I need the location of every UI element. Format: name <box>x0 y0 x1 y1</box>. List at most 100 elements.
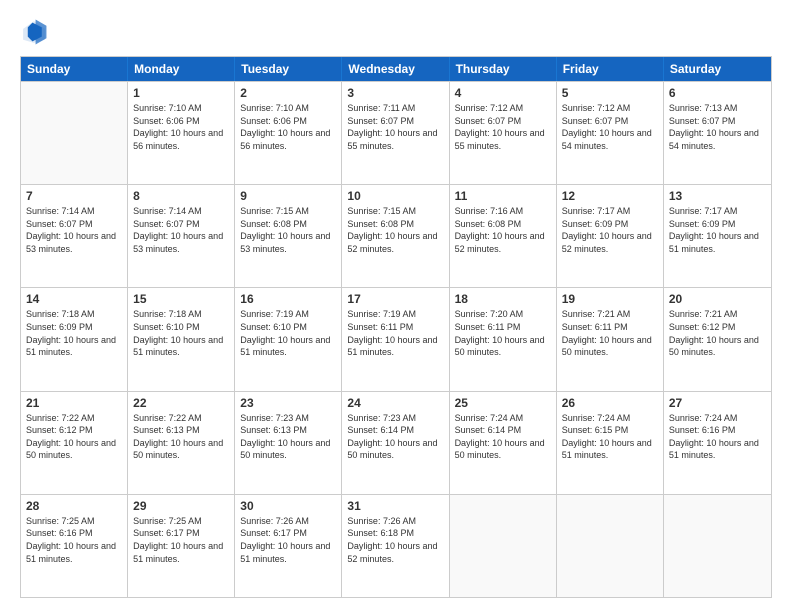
calendar-cell: 10Sunrise: 7:15 AM Sunset: 6:08 PM Dayli… <box>342 185 449 287</box>
cell-info: Sunrise: 7:18 AM Sunset: 6:10 PM Dayligh… <box>133 308 229 358</box>
calendar-cell: 3Sunrise: 7:11 AM Sunset: 6:07 PM Daylig… <box>342 82 449 184</box>
cell-info: Sunrise: 7:13 AM Sunset: 6:07 PM Dayligh… <box>669 102 766 152</box>
cell-info: Sunrise: 7:12 AM Sunset: 6:07 PM Dayligh… <box>562 102 658 152</box>
cell-info: Sunrise: 7:25 AM Sunset: 6:16 PM Dayligh… <box>26 515 122 565</box>
calendar-cell <box>557 495 664 597</box>
calendar-cell: 18 Sunrise: 7:20 AM Sunset: 6:11 PM Dayli… <box>450 288 557 390</box>
calendar-cell: 7 Sunrise: 7:14 AM Sunset: 6:07 PM Daylig… <box>21 185 128 287</box>
calendar-cell: 25 Sunrise: 7:24 AM Sunset: 6:14 PM Dayli… <box>450 392 557 494</box>
calendar-cell: 9 Sunrise: 7:15 AM Sunset: 6:08 PM Daylig… <box>235 185 342 287</box>
day-number: 4 <box>455 86 551 100</box>
day-number: 17 <box>347 292 443 306</box>
calendar-cell: 4 Sunrise: 7:12 AM Sunset: 6:07 PM Daylig… <box>450 82 557 184</box>
cell-info: Sunrise: 7:22 AM Sunset: 6:12 PM Dayligh… <box>26 412 122 462</box>
calendar-body: 1 Sunrise: 7:10 AM Sunset: 6:06 PM Daylig… <box>21 81 771 597</box>
day-number: 13 <box>669 189 766 203</box>
day-number: 31 <box>347 499 443 513</box>
day-number: 14 <box>26 292 122 306</box>
weekday-header-tuesday: Tuesday <box>235 57 342 81</box>
day-number: 26 <box>562 396 658 410</box>
calendar-row-4: 21 Sunrise: 7:22 AM Sunset: 6:12 PM Dayli… <box>21 391 771 494</box>
calendar-cell: 26 Sunrise: 7:24 AM Sunset: 6:15 PM Dayli… <box>557 392 664 494</box>
cell-info: Sunrise: 7:10 AM Sunset: 6:06 PM Dayligh… <box>240 102 336 152</box>
calendar-cell <box>450 495 557 597</box>
day-number: 12 <box>562 189 658 203</box>
calendar-row-2: 7 Sunrise: 7:14 AM Sunset: 6:07 PM Daylig… <box>21 184 771 287</box>
calendar-cell: 8 Sunrise: 7:14 AM Sunset: 6:07 PM Daylig… <box>128 185 235 287</box>
calendar-cell: 2 Sunrise: 7:10 AM Sunset: 6:06 PM Daylig… <box>235 82 342 184</box>
calendar: SundayMondayTuesdayWednesdayThursdayFrid… <box>20 56 772 598</box>
day-number: 10 <box>347 189 443 203</box>
cell-info: Sunrise: 7:24 AM Sunset: 6:16 PM Dayligh… <box>669 412 766 462</box>
logo-icon <box>20 18 48 46</box>
day-number: 2 <box>240 86 336 100</box>
page: SundayMondayTuesdayWednesdayThursdayFrid… <box>0 0 792 612</box>
cell-info: Sunrise: 7:19 AM Sunset: 6:11 PM Dayligh… <box>347 308 443 358</box>
day-number: 29 <box>133 499 229 513</box>
calendar-cell: 19 Sunrise: 7:21 AM Sunset: 6:11 PM Dayli… <box>557 288 664 390</box>
calendar-cell: 22 Sunrise: 7:22 AM Sunset: 6:13 PM Dayli… <box>128 392 235 494</box>
weekday-header-wednesday: Wednesday <box>342 57 449 81</box>
logo <box>20 18 52 46</box>
cell-info: Sunrise: 7:23 AM Sunset: 6:13 PM Dayligh… <box>240 412 336 462</box>
cell-info: Sunrise: 7:26 AM Sunset: 6:18 PM Dayligh… <box>347 515 443 565</box>
calendar-cell: 17 Sunrise: 7:19 AM Sunset: 6:11 PM Dayli… <box>342 288 449 390</box>
day-number: 21 <box>26 396 122 410</box>
calendar-cell: 27 Sunrise: 7:24 AM Sunset: 6:16 PM Dayli… <box>664 392 771 494</box>
cell-info: Sunrise: 7:25 AM Sunset: 6:17 PM Dayligh… <box>133 515 229 565</box>
header <box>20 18 772 46</box>
cell-info: Sunrise: 7:21 AM Sunset: 6:11 PM Dayligh… <box>562 308 658 358</box>
calendar-cell: 28 Sunrise: 7:25 AM Sunset: 6:16 PM Dayli… <box>21 495 128 597</box>
weekday-header-saturday: Saturday <box>664 57 771 81</box>
day-number: 7 <box>26 189 122 203</box>
calendar-cell: 12Sunrise: 7:17 AM Sunset: 6:09 PM Dayli… <box>557 185 664 287</box>
day-number: 19 <box>562 292 658 306</box>
day-number: 5 <box>562 86 658 100</box>
calendar-cell: 23 Sunrise: 7:23 AM Sunset: 6:13 PM Dayli… <box>235 392 342 494</box>
day-number: 28 <box>26 499 122 513</box>
day-number: 11 <box>455 189 551 203</box>
day-number: 24 <box>347 396 443 410</box>
cell-info: Sunrise: 7:19 AM Sunset: 6:10 PM Dayligh… <box>240 308 336 358</box>
day-number: 22 <box>133 396 229 410</box>
day-number: 3 <box>347 86 443 100</box>
calendar-cell: 13 Sunrise: 7:17 AM Sunset: 6:09 PM Dayli… <box>664 185 771 287</box>
calendar-cell <box>21 82 128 184</box>
calendar-row-1: 1 Sunrise: 7:10 AM Sunset: 6:06 PM Daylig… <box>21 81 771 184</box>
cell-info: Sunrise: 7:10 AM Sunset: 6:06 PM Dayligh… <box>133 102 229 152</box>
calendar-cell: 1 Sunrise: 7:10 AM Sunset: 6:06 PM Daylig… <box>128 82 235 184</box>
cell-info: Sunrise: 7:20 AM Sunset: 6:11 PM Dayligh… <box>455 308 551 358</box>
cell-info: Sunrise: 7:24 AM Sunset: 6:15 PM Dayligh… <box>562 412 658 462</box>
cell-info: Sunrise: 7:14 AM Sunset: 6:07 PM Dayligh… <box>133 205 229 255</box>
calendar-cell: 20Sunrise: 7:21 AM Sunset: 6:12 PM Dayli… <box>664 288 771 390</box>
cell-info: Sunrise: 7:15 AM Sunset: 6:08 PM Dayligh… <box>240 205 336 255</box>
day-number: 18 <box>455 292 551 306</box>
day-number: 6 <box>669 86 766 100</box>
calendar-row-5: 28 Sunrise: 7:25 AM Sunset: 6:16 PM Dayli… <box>21 494 771 597</box>
day-number: 25 <box>455 396 551 410</box>
cell-info: Sunrise: 7:14 AM Sunset: 6:07 PM Dayligh… <box>26 205 122 255</box>
day-number: 9 <box>240 189 336 203</box>
calendar-cell: 21 Sunrise: 7:22 AM Sunset: 6:12 PM Dayli… <box>21 392 128 494</box>
day-number: 1 <box>133 86 229 100</box>
cell-info: Sunrise: 7:24 AM Sunset: 6:14 PM Dayligh… <box>455 412 551 462</box>
cell-info: Sunrise: 7:22 AM Sunset: 6:13 PM Dayligh… <box>133 412 229 462</box>
cell-info: Sunrise: 7:17 AM Sunset: 6:09 PM Dayligh… <box>669 205 766 255</box>
cell-info: Sunrise: 7:12 AM Sunset: 6:07 PM Dayligh… <box>455 102 551 152</box>
day-number: 23 <box>240 396 336 410</box>
calendar-row-3: 14 Sunrise: 7:18 AM Sunset: 6:09 PM Dayli… <box>21 287 771 390</box>
calendar-cell: 31 Sunrise: 7:26 AM Sunset: 6:18 PM Dayli… <box>342 495 449 597</box>
weekday-header-monday: Monday <box>128 57 235 81</box>
weekday-header-sunday: Sunday <box>21 57 128 81</box>
day-number: 15 <box>133 292 229 306</box>
day-number: 20 <box>669 292 766 306</box>
cell-info: Sunrise: 7:18 AM Sunset: 6:09 PM Dayligh… <box>26 308 122 358</box>
calendar-cell: 6 Sunrise: 7:13 AM Sunset: 6:07 PM Daylig… <box>664 82 771 184</box>
calendar-header: SundayMondayTuesdayWednesdayThursdayFrid… <box>21 57 771 81</box>
day-number: 8 <box>133 189 229 203</box>
cell-info: Sunrise: 7:26 AM Sunset: 6:17 PM Dayligh… <box>240 515 336 565</box>
day-number: 27 <box>669 396 766 410</box>
calendar-cell: 11Sunrise: 7:16 AM Sunset: 6:08 PM Dayli… <box>450 185 557 287</box>
day-number: 16 <box>240 292 336 306</box>
calendar-cell: 5 Sunrise: 7:12 AM Sunset: 6:07 PM Daylig… <box>557 82 664 184</box>
